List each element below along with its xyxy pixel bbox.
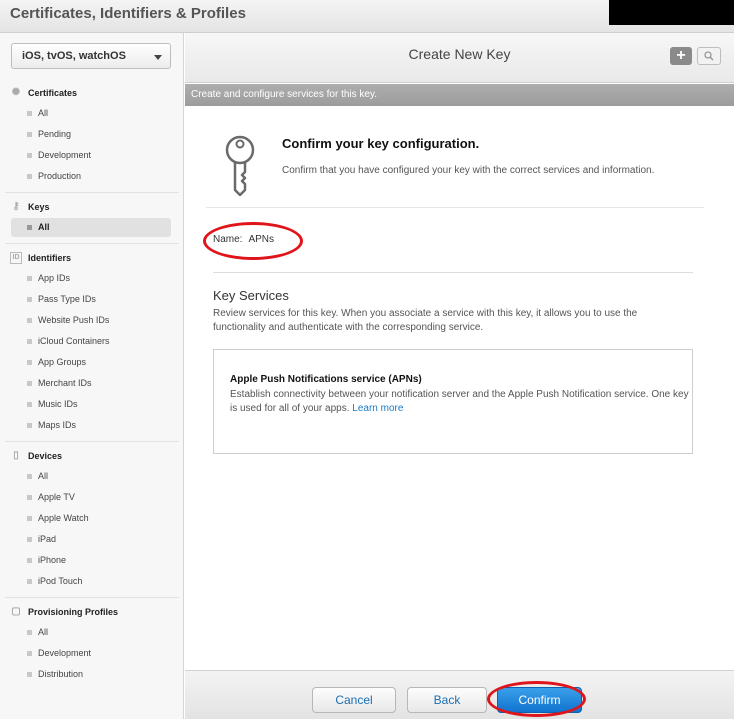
sidebar-item-certificates-pending[interactable]: Pending (11, 125, 171, 144)
main-header: Create New Key + (185, 33, 734, 83)
search-button[interactable] (697, 47, 721, 65)
platform-select-value: iOS, tvOS, watchOS (22, 50, 126, 62)
page-title: Create New Key (408, 46, 511, 62)
sidebar-item-profiles-development[interactable]: Development (11, 644, 171, 663)
service-title: Apple Push Notifications service (APNs) (230, 374, 422, 385)
key-services-title: Key Services (213, 288, 289, 303)
id-icon: ID (10, 252, 22, 264)
key-name-value: APNs (248, 234, 275, 245)
divider (206, 207, 704, 208)
back-button[interactable]: Back (407, 687, 487, 713)
add-button[interactable]: + (670, 47, 692, 65)
service-card-apns: Apple Push Notifications service (APNs) … (213, 349, 693, 454)
key-icon (225, 135, 255, 196)
sidebar-item-certificates-production[interactable]: Production (11, 167, 171, 186)
sidebar-item-apple-tv[interactable]: Apple TV (11, 488, 171, 507)
sidebar-item-website-push-ids[interactable]: Website Push IDs (11, 311, 171, 330)
cancel-button[interactable]: Cancel (312, 687, 396, 713)
sidebar-item-ipad[interactable]: iPad (11, 530, 171, 549)
sidebar-item-devices-all[interactable]: All (11, 467, 171, 486)
certificate-icon: ✺ (11, 87, 21, 98)
search-icon (704, 51, 714, 61)
footer-bar: Cancel Back Confirm (185, 670, 734, 719)
sidebar-item-icloud-containers[interactable]: iCloud Containers (11, 332, 171, 351)
service-description: Establish connectivity between your noti… (230, 389, 689, 414)
learn-more-link[interactable]: Learn more (352, 403, 403, 414)
sidebar-item-app-groups[interactable]: App Groups (11, 353, 171, 372)
key-icon: ⚷ (12, 201, 20, 212)
sidebar-item-merchant-ids[interactable]: Merchant IDs (11, 374, 171, 393)
divider (213, 272, 693, 273)
subtitle-bar: Create and configure services for this k… (185, 84, 734, 106)
confirm-description: Confirm that you have configured your ke… (282, 165, 655, 176)
app-title: Certificates, Identifiers & Profiles (10, 5, 246, 22)
key-name-label: Name: (213, 234, 243, 245)
document-icon: ▢ (11, 606, 21, 617)
sidebar-item-certificates-development[interactable]: Development (11, 146, 171, 165)
sidebar-item-certificates-all[interactable]: All (11, 104, 171, 123)
confirm-button[interactable]: Confirm (497, 687, 582, 713)
sidebar-section-provisioning-profiles: ▢ Provisioning Profiles (11, 606, 119, 617)
sidebar-item-pass-type-ids[interactable]: Pass Type IDs (11, 290, 171, 309)
sidebar-section-identifiers: ID Identifiers (0, 247, 184, 269)
sidebar: iOS, tvOS, watchOS ✺ Certificates All Pe… (0, 33, 184, 719)
confirm-title: Confirm your key configuration. (282, 136, 480, 151)
sidebar-item-profiles-distribution[interactable]: Distribution (11, 665, 171, 684)
device-icon: ▯ (13, 450, 19, 461)
sidebar-item-iphone[interactable]: iPhone (11, 551, 171, 570)
key-services-description: Review services for this key. When you a… (213, 308, 638, 333)
sidebar-item-app-ids[interactable]: App IDs (11, 269, 171, 288)
sidebar-section-devices: ▯ Devices (0, 445, 184, 467)
sidebar-section-keys: ⚷ Keys (0, 196, 184, 218)
chevron-down-icon (154, 55, 162, 60)
redacted-area (609, 0, 734, 25)
sidebar-section-certificates: ✺ Certificates (11, 87, 78, 98)
key-name-row: Name: APNs (213, 234, 274, 245)
sidebar-item-music-ids[interactable]: Music IDs (11, 395, 171, 414)
platform-select[interactable]: iOS, tvOS, watchOS (11, 43, 171, 69)
sidebar-item-apple-watch[interactable]: Apple Watch (11, 509, 171, 528)
sidebar-item-maps-ids[interactable]: Maps IDs (11, 416, 171, 435)
sidebar-item-ipod-touch[interactable]: iPod Touch (11, 572, 171, 591)
sidebar-item-profiles-all[interactable]: All (11, 623, 171, 642)
sidebar-item-keys-all[interactable]: All (11, 218, 171, 237)
top-header: Certificates, Identifiers & Profiles (0, 0, 734, 33)
